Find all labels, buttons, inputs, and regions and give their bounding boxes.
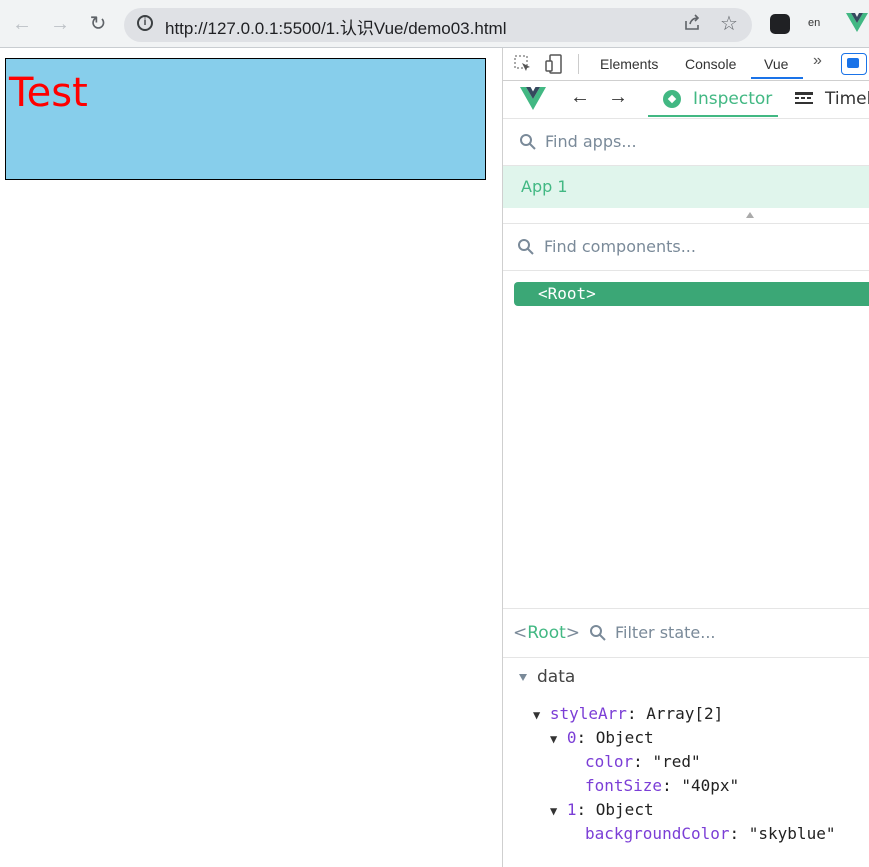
url-text[interactable]: http://127.0.0.1:5500/1.认识Vue/demo03.htm… [165, 14, 506, 39]
search-icon [517, 238, 535, 256]
section-expand-icon[interactable] [519, 674, 527, 681]
collapse-up-icon [746, 212, 754, 218]
state-row-fontSize[interactable]: fontSize: "40px" [585, 776, 739, 795]
tab-vue[interactable]: Vue [764, 56, 788, 72]
expand-triangle-icon[interactable]: ▼ [533, 708, 540, 722]
styled-test-box: Test [5, 58, 486, 180]
selected-component-name: <Root> [513, 623, 581, 643]
state-row-item1[interactable]: ▼ 1: Object [550, 800, 654, 819]
expand-triangle-icon[interactable]: ▼ [550, 804, 557, 818]
state-row-backgroundColor[interactable]: backgroundColor: "skyblue" [585, 824, 835, 843]
devtools-tab-bar: Elements Console Vue » [503, 48, 869, 81]
extension-icon[interactable] [770, 14, 790, 34]
expand-triangle-icon[interactable]: ▼ [550, 732, 557, 746]
tab-console[interactable]: Console [685, 56, 736, 72]
back-arrow-icon[interactable]: ← [8, 10, 36, 38]
compass-icon [663, 90, 681, 108]
search-icon [519, 133, 537, 151]
tab-elements[interactable]: Elements [600, 56, 658, 72]
state-row-styleArr[interactable]: ▼ styleArr: Array[2] [533, 704, 723, 723]
find-apps-row: Find apps... [503, 119, 869, 166]
state-row-color[interactable]: color: "red" [585, 752, 701, 771]
app-list-item[interactable]: App 1 [503, 166, 869, 208]
element-picker-icon[interactable] [514, 55, 532, 73]
find-components-input[interactable]: Find components... [544, 237, 696, 256]
vue-devtools-extension-icon[interactable] [846, 13, 868, 33]
issues-badge[interactable] [841, 53, 867, 75]
forward-arrow-icon[interactable]: → [46, 10, 74, 38]
test-text: Test [9, 70, 88, 116]
find-components-row: Find components... [503, 224, 869, 271]
device-toggle-icon[interactable] [545, 54, 563, 74]
splitter-handle[interactable] [503, 208, 869, 224]
tab-timeline[interactable]: Timeli [825, 89, 869, 109]
back-arrow-icon[interactable]: ← [570, 86, 590, 109]
timeline-icon [795, 92, 813, 106]
share-icon[interactable] [682, 13, 702, 33]
translate-extension-icon[interactable]: en [808, 12, 830, 34]
state-row-item0[interactable]: ▼ 0: Object [550, 728, 654, 747]
component-tree-root[interactable]: <Root> [514, 282, 869, 306]
inspector-tab-indicator [648, 115, 778, 117]
bookmark-star-icon[interactable]: ☆ [720, 11, 738, 36]
state-header: <Root> Filter state... [503, 608, 869, 658]
active-tab-indicator [751, 77, 803, 79]
vue-logo-icon [520, 87, 546, 111]
site-info-icon[interactable]: i [137, 15, 153, 31]
vue-devtools-header: ← → Inspector Timeli [503, 80, 869, 119]
data-section-label: data [537, 667, 576, 687]
message-icon [847, 58, 859, 68]
tab-inspector[interactable]: Inspector [693, 89, 772, 109]
find-apps-input[interactable]: Find apps... [545, 132, 637, 151]
browser-toolbar: ← → ↻ i http://127.0.0.1:5500/1.认识Vue/de… [0, 0, 869, 48]
reload-icon[interactable]: ↻ [84, 10, 112, 38]
search-icon [589, 624, 607, 642]
more-tabs-icon[interactable]: » [813, 52, 822, 70]
app-name: App 1 [521, 177, 568, 196]
forward-arrow-icon[interactable]: → [608, 86, 628, 109]
filter-state-input[interactable]: Filter state... [615, 623, 716, 642]
devtools-panel: Elements Console Vue » ← → Inspector Tim… [502, 48, 869, 867]
divider [578, 54, 579, 74]
root-component-label: <Root> [538, 284, 596, 303]
